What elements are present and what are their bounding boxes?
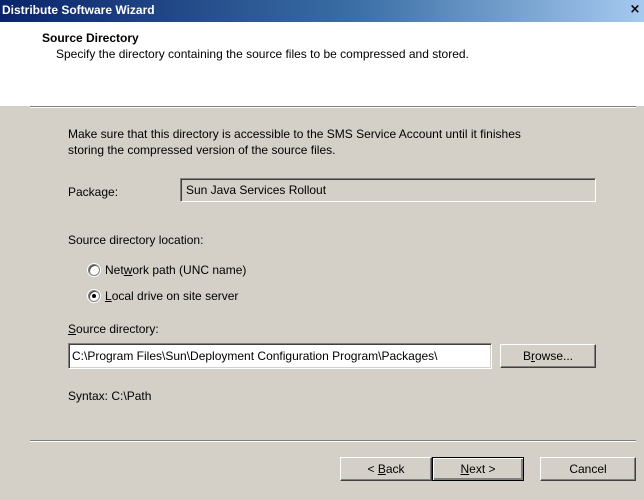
package-label: Package:: [68, 185, 119, 199]
page-title: Source Directory: [42, 31, 139, 45]
title-bar[interactable]: Distribute Software Wizard ×: [0, 0, 644, 22]
source-location-label: Source directory location:: [68, 233, 204, 247]
wizard-header: Source Directory Specify the directory c…: [0, 22, 644, 106]
footer-divider: [30, 440, 636, 442]
back-button[interactable]: < Back: [340, 457, 432, 481]
radio-unchecked-icon[interactable]: [88, 264, 100, 276]
cancel-button[interactable]: Cancel: [540, 457, 636, 481]
syntax-hint: Syntax: C:\Path: [68, 389, 152, 403]
header-divider: [30, 106, 636, 108]
close-icon[interactable]: ×: [628, 3, 642, 17]
instruction-line-2: storing the compressed version of the so…: [68, 143, 336, 157]
source-directory-input[interactable]: [68, 343, 492, 369]
next-button[interactable]: Next >: [432, 457, 524, 481]
page-subtitle: Specify the directory containing the sou…: [56, 47, 469, 61]
package-field: Sun Java Services Rollout: [180, 178, 596, 202]
instruction-line-1: Make sure that this directory is accessi…: [68, 127, 521, 141]
browse-button[interactable]: Browse...: [500, 344, 596, 368]
source-directory-label: Source directory:: [68, 322, 159, 336]
local-drive-label: Local drive on site server: [105, 289, 239, 303]
radio-checked-icon[interactable]: [88, 290, 100, 302]
network-path-label: Network path (UNC name): [105, 263, 247, 277]
window-title: Distribute Software Wizard: [2, 3, 155, 17]
wizard-window: Distribute Software Wizard × Source Dire…: [0, 0, 644, 500]
